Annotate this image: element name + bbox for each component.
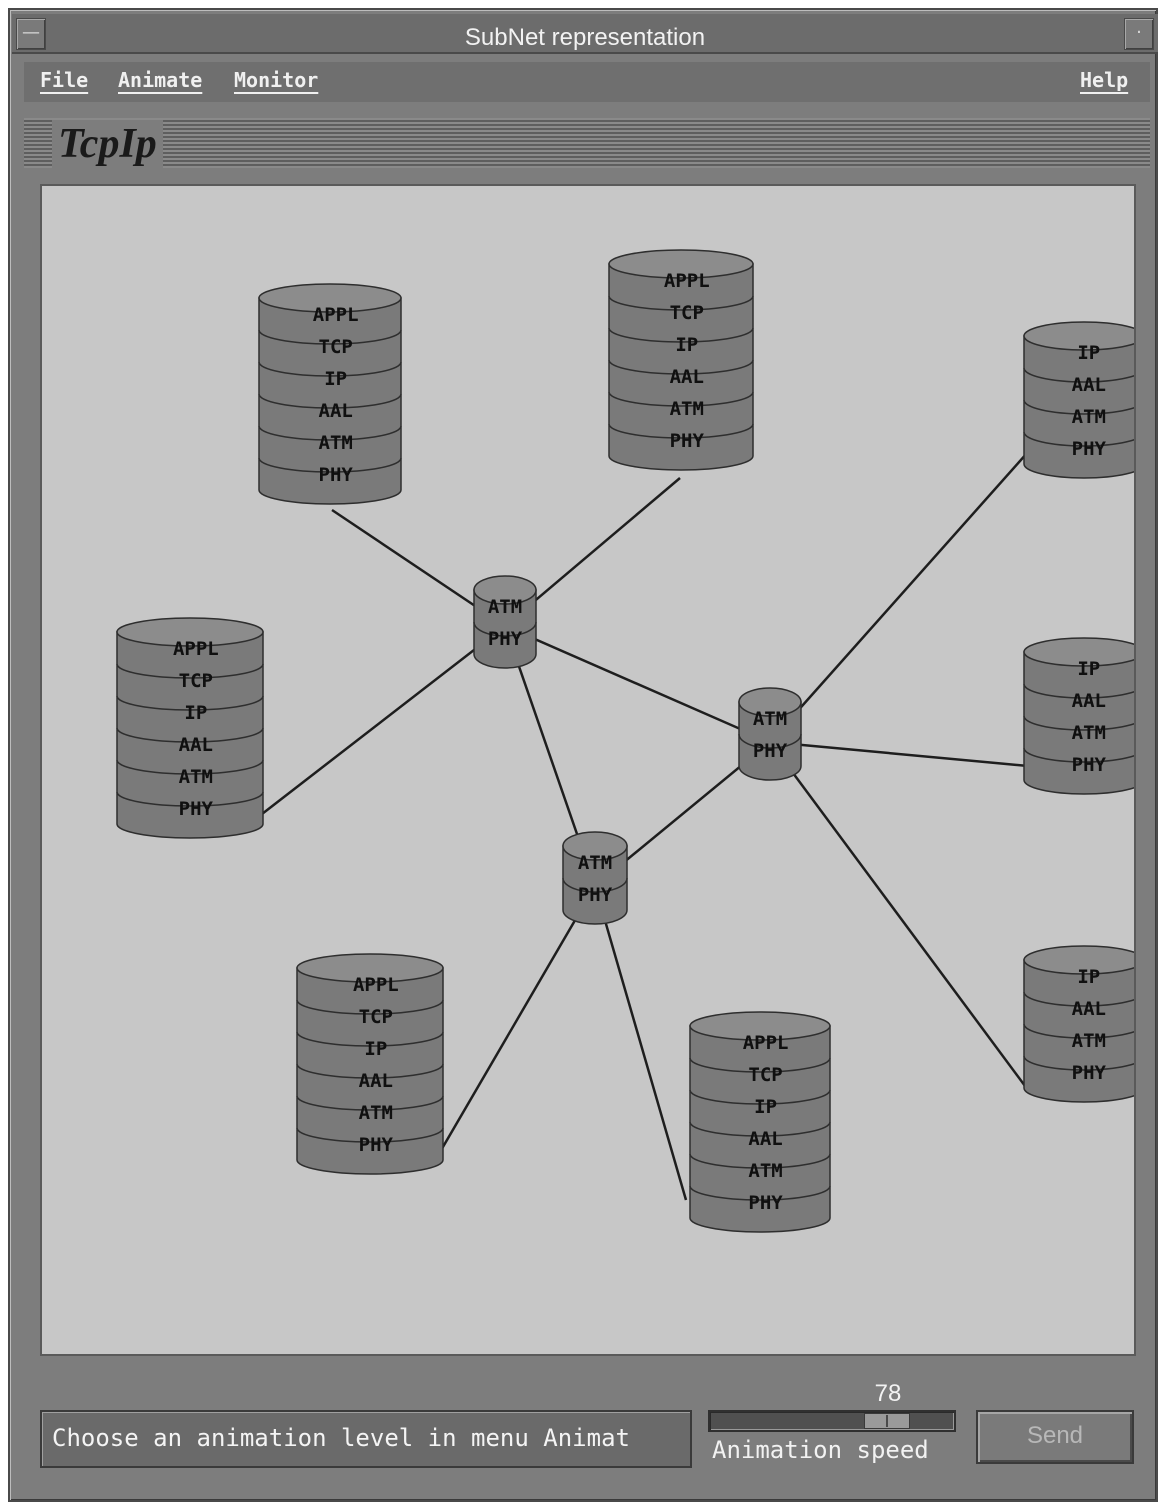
layer-label-phy: PHY xyxy=(488,628,523,650)
layer-label-phy: PHY xyxy=(359,1134,394,1156)
layer-label-atm: ATM xyxy=(179,766,213,788)
menu-animate[interactable]: Animate xyxy=(118,68,202,92)
node-host-4[interactable]: APPL TCP IP AAL ATM PHY xyxy=(296,953,444,1175)
node-host-5[interactable]: APPL TCP IP AAL ATM PHY xyxy=(689,1011,831,1233)
layer-label-atm: ATM xyxy=(488,596,522,618)
layer-label-ip: IP xyxy=(184,702,207,724)
slider-thumb[interactable] xyxy=(864,1413,910,1429)
layer-label-phy: PHY xyxy=(1072,438,1107,460)
switch-switch-3[interactable]: ATM PHY xyxy=(562,831,628,925)
layer-label-atm: ATM xyxy=(1072,722,1106,744)
layer-label-atm: ATM xyxy=(578,852,612,874)
network-canvas[interactable]: APPL TCP IP AAL ATM PHY APPL TCP IP AAL ATM PHY APPL… xyxy=(40,184,1136,1356)
title-bar[interactable]: — SubNet representation · xyxy=(12,14,1158,54)
window-title: SubNet representation xyxy=(464,24,706,51)
node-router-2[interactable]: IP AAL ATM PHY xyxy=(1023,637,1136,795)
layer-label-phy: PHY xyxy=(179,798,214,820)
link-switch-1-switch-2 xyxy=(504,624,771,744)
node-router-1[interactable]: IP AAL ATM PHY xyxy=(1023,321,1136,479)
layer-label-appl: APPL xyxy=(743,1032,789,1054)
layer-label-atm: ATM xyxy=(1072,406,1106,428)
layer-label-phy: PHY xyxy=(578,884,613,906)
layer-label-atm: ATM xyxy=(359,1102,393,1124)
layer-label-ip: IP xyxy=(324,368,347,390)
panel-title: TcpIp xyxy=(52,120,163,168)
link-host-3-switch-1 xyxy=(261,625,506,815)
layer-label-aal: AAL xyxy=(319,400,353,422)
layer-label-ip: IP xyxy=(1077,966,1100,988)
layer-label-tcp: TCP xyxy=(179,670,213,692)
layer-label-phy: PHY xyxy=(1072,754,1107,776)
menu-monitor[interactable]: Monitor xyxy=(234,68,318,92)
layer-label-phy: PHY xyxy=(319,464,354,486)
layer-label-phy: PHY xyxy=(1072,1062,1107,1084)
layer-label-atm: ATM xyxy=(670,398,704,420)
switch-switch-2[interactable]: ATM PHY xyxy=(738,687,802,781)
layer-label-aal: AAL xyxy=(359,1070,393,1092)
animation-speed-label: Animation speed xyxy=(712,1436,929,1464)
layer-label-atm: ATM xyxy=(753,708,787,730)
layer-label-atm: ATM xyxy=(748,1160,782,1182)
layer-label-atm: ATM xyxy=(319,432,353,454)
menu-help[interactable]: Help xyxy=(1080,68,1128,92)
link-switch-2-router-2 xyxy=(769,740,1029,768)
link-switch-2-router-1 xyxy=(769,451,1029,743)
layer-label-ip: IP xyxy=(754,1096,777,1118)
layer-label-tcp: TCP xyxy=(319,336,353,358)
layer-label-tcp: TCP xyxy=(670,302,704,324)
layer-label-appl: APPL xyxy=(664,270,710,292)
minimize-icon[interactable]: · xyxy=(1124,18,1154,50)
panel-header: TcpIp xyxy=(24,118,1150,168)
layer-label-ip: IP xyxy=(1077,658,1100,680)
layer-label-aal: AAL xyxy=(1072,998,1106,1020)
layer-label-aal: AAL xyxy=(1072,374,1106,396)
layer-label-aal: AAL xyxy=(670,366,704,388)
switch-switch-1[interactable]: ATM PHY xyxy=(473,575,537,669)
layer-label-tcp: TCP xyxy=(748,1064,782,1086)
animation-speed-slider[interactable] xyxy=(708,1410,956,1432)
layer-label-phy: PHY xyxy=(753,740,788,762)
send-button[interactable]: Send xyxy=(976,1410,1134,1464)
menu-bar: File Animate Monitor Help xyxy=(24,62,1150,102)
node-host-2[interactable]: APPL TCP IP AAL ATM PHY xyxy=(608,249,754,471)
node-host-3[interactable]: APPL TCP IP AAL ATM PHY xyxy=(116,617,264,839)
layer-label-tcp: TCP xyxy=(359,1006,393,1028)
layer-label-aal: AAL xyxy=(179,734,213,756)
link-host-5-switch-3 xyxy=(593,885,688,1201)
network-diagram: APPLTCPIPAALATMPHYAPPLTCPIPAALATMPHYAPPL… xyxy=(116,249,1136,1233)
layer-label-aal: AAL xyxy=(1072,690,1106,712)
layer-label-appl: APPL xyxy=(313,304,359,326)
layer-label-phy: PHY xyxy=(748,1192,783,1214)
layer-label-ip: IP xyxy=(1077,342,1100,364)
layer-label-atm: ATM xyxy=(1072,1030,1106,1052)
layer-label-ip: IP xyxy=(675,334,698,356)
layer-label-aal: AAL xyxy=(748,1128,782,1150)
layer-label-appl: APPL xyxy=(353,974,399,996)
link-host-4-switch-3 xyxy=(438,885,597,1153)
animation-speed-value: 78 xyxy=(874,1380,902,1407)
node-router-3[interactable]: IP AAL ATM PHY xyxy=(1023,945,1136,1103)
layer-label-ip: IP xyxy=(364,1038,387,1060)
layer-label-appl: APPL xyxy=(173,638,219,660)
status-message: Choose an animation level in menu Animat xyxy=(40,1410,692,1468)
layer-label-phy: PHY xyxy=(670,430,705,452)
menu-file[interactable]: File xyxy=(40,68,88,92)
node-host-1[interactable]: APPL TCP IP AAL ATM PHY xyxy=(258,283,402,505)
